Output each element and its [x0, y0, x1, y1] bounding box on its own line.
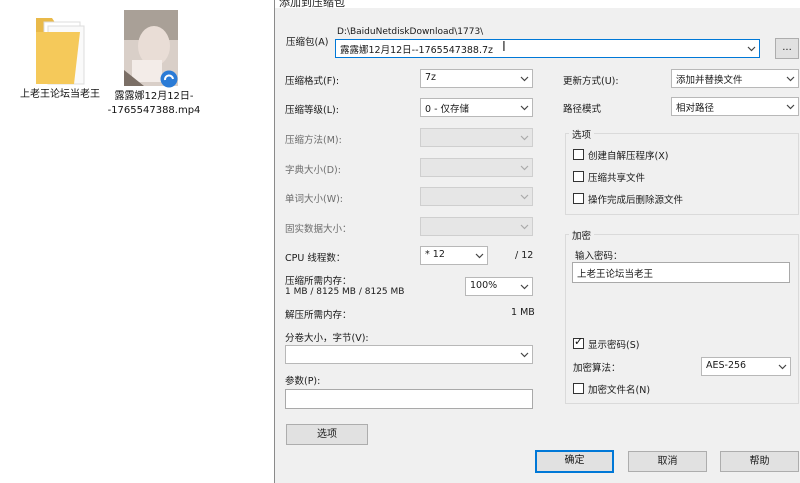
browse-button[interactable]: ... [775, 38, 799, 59]
update-mode-select[interactable]: 添加并替换文件 [671, 69, 799, 88]
update-mode-value: 添加并替换文件 [676, 75, 743, 86]
level-select[interactable]: 0 - 仅存储 [420, 98, 533, 117]
format-value: 7z [425, 72, 437, 83]
options-group-title: 选项 [569, 127, 595, 141]
password-input[interactable]: 上老王论坛当老王 [572, 262, 790, 283]
threads-total: / 12 [515, 250, 534, 261]
memory-percent-value: 100% [470, 280, 498, 291]
video-label: 露露娜12月12日--1765547388.mp4 [107, 91, 201, 116]
text-cursor-icon: I [502, 40, 506, 55]
folder-icon [30, 12, 90, 86]
delete-after-label[interactable]: 操作完成后删除源文件 [588, 192, 683, 206]
method-select [420, 128, 533, 147]
baidu-netdisk-badge-icon [160, 70, 178, 88]
options-button[interactable]: 选项 [286, 424, 368, 445]
volume-select[interactable] [285, 345, 533, 364]
ok-button[interactable]: 确定 [535, 450, 614, 473]
chevron-down-icon [778, 362, 787, 371]
path-mode-label: 路径模式 [563, 104, 602, 115]
encryption-method-value: AES-256 [706, 360, 747, 371]
show-password-label[interactable]: 显示密码(S) [588, 337, 639, 351]
archive-label: 压缩包(A) [286, 37, 329, 48]
delete-after-checkbox[interactable] [573, 193, 584, 204]
desktop-video-item[interactable]: 露露娜12月12日--1765547388.mp4 [106, 10, 202, 140]
word-label: 单词大小(W): [285, 194, 344, 205]
chevron-down-icon[interactable] [747, 44, 756, 53]
encryption-group-title: 加密 [569, 228, 595, 242]
solid-label: 固实数据大小： [285, 224, 352, 235]
desktop-folder-item[interactable]: 上老王论坛当老王 [18, 10, 102, 120]
threads-label: CPU 线程数： [285, 253, 346, 264]
sfx-checkbox[interactable] [573, 149, 584, 160]
show-password-checkbox[interactable]: ✓ [573, 335, 584, 349]
threads-value: * 12 [425, 249, 445, 260]
decompress-memory-value: 1 MB [511, 307, 535, 318]
encryption-method-select[interactable]: AES-256 [701, 357, 791, 376]
chevron-down-icon [520, 103, 529, 112]
archive-filename-combo[interactable]: 露露娜12月12日--1765547388.7z I [335, 39, 760, 58]
chevron-down-icon [520, 282, 529, 291]
password-label: 输入密码： [575, 251, 623, 262]
dialog-title: 添加到压缩包 [279, 0, 345, 8]
memory-percent-select[interactable]: 100% [465, 277, 533, 296]
chevron-down-icon [475, 251, 484, 260]
shared-files-label[interactable]: 压缩共享文件 [588, 170, 645, 184]
memory-label: 压缩所需内存： [285, 276, 352, 287]
solid-select [420, 217, 533, 236]
cancel-button[interactable]: 取消 [628, 451, 707, 472]
format-select[interactable]: 7z [420, 69, 533, 88]
password-value: 上老王论坛当老王 [577, 269, 654, 280]
dict-select [420, 158, 533, 177]
encryption-method-label: 加密算法： [573, 363, 621, 374]
method-label: 压缩方法(M): [285, 135, 342, 146]
level-value: 0 - 仅存储 [425, 104, 470, 115]
path-mode-select[interactable]: 相对路径 [671, 97, 799, 116]
update-mode-label: 更新方式(U): [563, 76, 619, 87]
params-input[interactable] [285, 389, 533, 409]
encrypt-names-checkbox[interactable] [573, 383, 584, 394]
chevron-down-icon [520, 74, 529, 83]
chevron-down-icon [520, 192, 529, 201]
chevron-down-icon [786, 102, 795, 111]
format-label: 压缩格式(F): [285, 76, 340, 87]
chevron-down-icon [520, 350, 529, 359]
chevron-down-icon [520, 133, 529, 142]
add-to-archive-dialog: 添加到压缩包 压缩包(A) D:\BaiduNetdiskDownload\17… [274, 0, 800, 483]
chevron-down-icon [520, 163, 529, 172]
threads-select[interactable]: * 12 [420, 246, 488, 265]
volume-label: 分卷大小，字节(V): [285, 333, 369, 344]
archive-filename-input[interactable]: 露露娜12月12日--1765547388.7z [340, 42, 493, 56]
memory-detail: 1 MB / 8125 MB / 8125 MB [285, 287, 405, 297]
archive-path: D:\BaiduNetdiskDownload\1773\ [337, 27, 484, 37]
chevron-down-icon [786, 74, 795, 83]
help-button[interactable]: 帮助 [720, 451, 799, 472]
dict-label: 字典大小(D): [285, 165, 341, 176]
shared-files-checkbox[interactable] [573, 171, 584, 182]
decompress-memory-label: 解压所需内存： [285, 310, 352, 321]
chevron-down-icon [520, 222, 529, 231]
word-select [420, 187, 533, 206]
dialog-titlebar: 添加到压缩包 [275, 0, 800, 8]
check-mark-icon: ✓ [574, 335, 584, 348]
sfx-label[interactable]: 创建自解压程序(X) [588, 148, 668, 162]
params-label: 参数(P): [285, 376, 321, 387]
folder-label: 上老王论坛当老王 [20, 89, 100, 100]
level-label: 压缩等级(L): [285, 105, 339, 116]
path-mode-value: 相对路径 [676, 103, 715, 114]
encrypt-names-label[interactable]: 加密文件名(N) [588, 382, 650, 396]
